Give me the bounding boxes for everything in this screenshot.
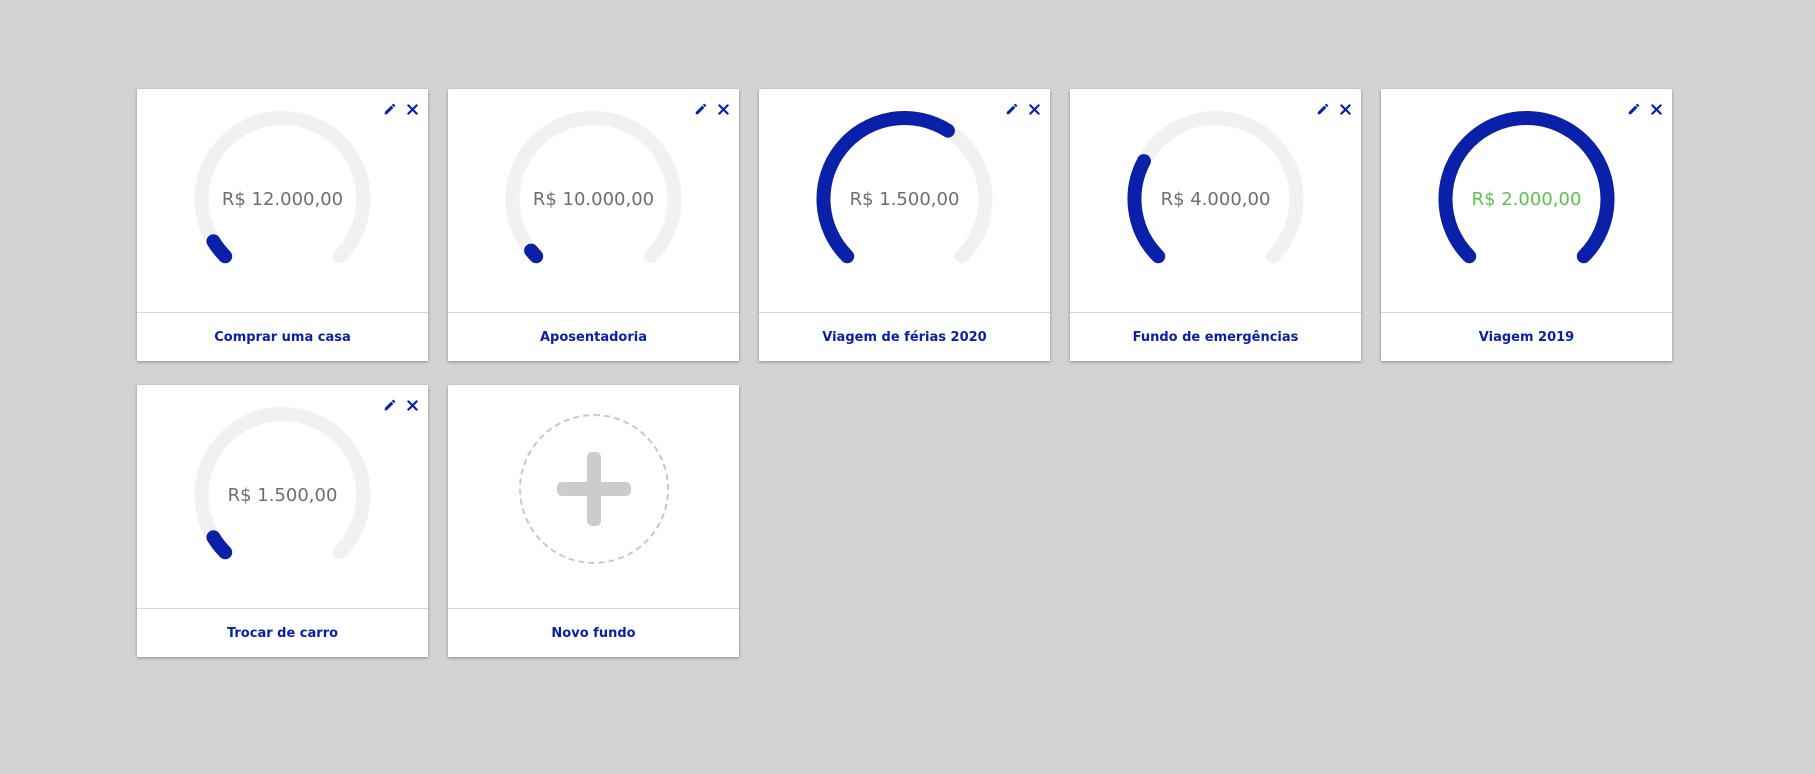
fund-card: R$ 1.500,00 Trocar de carro — [137, 385, 428, 657]
fund-card: R$ 1.500,00 Viagem de férias 2020 — [759, 89, 1050, 361]
fund-card: R$ 10.000,00 Aposentadoria — [448, 89, 739, 361]
gauge-fill — [816, 111, 955, 264]
fund-name[interactable]: Comprar uma casa — [137, 313, 428, 361]
fund-amount: R$ 4.000,00 — [1160, 189, 1271, 210]
gauge-track — [194, 407, 371, 560]
pencil-icon — [1006, 103, 1018, 115]
new-fund-card[interactable]: Novo fundo — [448, 385, 739, 657]
gauge-fill — [206, 234, 233, 264]
pencil-icon — [1317, 103, 1329, 115]
pencil-icon — [384, 399, 396, 411]
fund-actions — [1315, 101, 1353, 117]
fund-amount: R$ 10.000,00 — [532, 189, 655, 210]
fund-actions — [382, 397, 420, 413]
fund-name[interactable]: Fundo de emergências — [1070, 313, 1361, 361]
fund-card-body: R$ 2.000,00 — [1381, 89, 1672, 313]
fund-name[interactable]: Trocar de carro — [137, 609, 428, 657]
fund-card: R$ 2.000,00 Viagem 2019 — [1381, 89, 1672, 361]
close-icon — [717, 103, 729, 115]
close-icon — [1650, 103, 1662, 115]
fund-card-body: R$ 1.500,00 — [759, 89, 1050, 313]
fund-actions — [693, 101, 731, 117]
close-icon — [1339, 103, 1351, 115]
gauge-track — [194, 111, 371, 264]
edit-button[interactable] — [382, 397, 398, 413]
gauge-track — [505, 111, 682, 264]
delete-button[interactable] — [715, 101, 731, 117]
fund-actions — [1626, 101, 1664, 117]
add-fund-button[interactable] — [519, 414, 669, 564]
edit-button[interactable] — [382, 101, 398, 117]
edit-button[interactable] — [1004, 101, 1020, 117]
funds-grid: R$ 12.000,00 Comprar uma casa R$ 10.000,… — [137, 89, 1672, 657]
pencil-icon — [384, 103, 396, 115]
pencil-icon — [1628, 103, 1640, 115]
delete-button[interactable] — [1648, 101, 1664, 117]
fund-name[interactable]: Viagem de férias 2020 — [759, 313, 1050, 361]
fund-name[interactable]: Viagem 2019 — [1381, 313, 1672, 361]
new-fund-card-body — [448, 385, 739, 609]
fund-card-body: R$ 12.000,00 — [137, 89, 428, 313]
fund-actions — [382, 101, 420, 117]
delete-button[interactable] — [1337, 101, 1353, 117]
close-icon — [406, 399, 418, 411]
fund-card-body: R$ 4.000,00 — [1070, 89, 1361, 313]
edit-button[interactable] — [1626, 101, 1642, 117]
gauge-fill — [524, 243, 544, 264]
gauge-fill — [1438, 111, 1615, 264]
fund-card: R$ 12.000,00 Comprar uma casa — [137, 89, 428, 361]
fund-card-body: R$ 1.500,00 — [137, 385, 428, 609]
gauge-track — [1127, 111, 1304, 264]
fund-amount: R$ 12.000,00 — [221, 189, 344, 210]
gauge-fill — [206, 530, 233, 560]
edit-button[interactable] — [1315, 101, 1331, 117]
fund-card: R$ 4.000,00 Fundo de emergências — [1070, 89, 1361, 361]
fund-amount: R$ 2.000,00 — [1471, 189, 1582, 210]
fund-name[interactable]: Aposentadoria — [448, 313, 739, 361]
edit-button[interactable] — [693, 101, 709, 117]
close-icon — [406, 103, 418, 115]
fund-amount: R$ 1.500,00 — [227, 485, 338, 506]
delete-button[interactable] — [1026, 101, 1042, 117]
close-icon — [1028, 103, 1040, 115]
fund-actions — [1004, 101, 1042, 117]
delete-button[interactable] — [404, 101, 420, 117]
fund-amount: R$ 1.500,00 — [849, 189, 960, 210]
new-fund-label[interactable]: Novo fundo — [448, 609, 739, 657]
delete-button[interactable] — [404, 397, 420, 413]
fund-card-body: R$ 10.000,00 — [448, 89, 739, 313]
pencil-icon — [695, 103, 707, 115]
